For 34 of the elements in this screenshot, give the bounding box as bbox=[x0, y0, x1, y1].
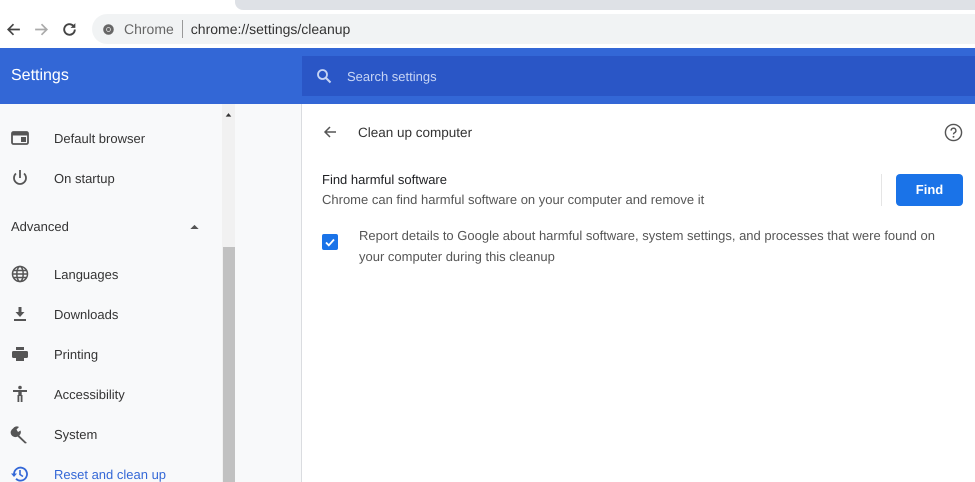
checkbox[interactable] bbox=[322, 234, 338, 250]
help-icon[interactable] bbox=[944, 122, 963, 142]
scroll-up-icon[interactable] bbox=[225, 112, 232, 117]
find-button[interactable]: Find bbox=[896, 174, 963, 206]
search-field[interactable]: Search settings bbox=[302, 56, 975, 96]
sidebar-item[interactable]: On startup bbox=[0, 158, 222, 198]
section-description: Chrome can find harmful software on your computer and remove it bbox=[322, 192, 706, 207]
caret-icon bbox=[190, 224, 199, 228]
person-icon bbox=[10, 384, 30, 404]
sidebar-item[interactable]: Accessibility bbox=[0, 374, 222, 414]
check-icon bbox=[324, 236, 336, 248]
globe-icon bbox=[10, 264, 30, 284]
section-title: Find harmful software bbox=[322, 172, 448, 187]
report-label: Report details to Google about harmful software, system settings, and processes that were found on your computer during this cleanup bbox=[359, 227, 936, 266]
settings-title: Settings bbox=[11, 67, 69, 85]
sidebar-item[interactable]: Downloads bbox=[0, 294, 222, 334]
browser-window-icon bbox=[10, 128, 30, 148]
advanced-section-header[interactable]: Advanced bbox=[0, 198, 222, 254]
history-icon bbox=[10, 464, 30, 482]
scrollbar-thumb[interactable] bbox=[222, 247, 234, 482]
back-arrow-icon[interactable] bbox=[322, 124, 338, 140]
sidebar-item[interactable]: Languages bbox=[0, 254, 222, 294]
scrollbar[interactable] bbox=[222, 104, 235, 482]
page-title: Clean up computer bbox=[358, 124, 474, 140]
power-icon bbox=[10, 168, 30, 188]
sidebar-item[interactable]: Reset and clean up bbox=[0, 454, 222, 482]
site-icon bbox=[102, 22, 115, 36]
reload-icon[interactable] bbox=[61, 20, 78, 38]
back-icon[interactable] bbox=[5, 20, 22, 38]
sidebar-item[interactable]: System bbox=[0, 414, 222, 454]
sidebar-item[interactable]: Printing bbox=[0, 334, 222, 374]
address-bar[interactable]: Chrome chrome://settings/cleanup bbox=[92, 14, 975, 44]
printer-icon bbox=[10, 344, 30, 364]
sidebar-item[interactable]: Default browser bbox=[0, 118, 222, 158]
